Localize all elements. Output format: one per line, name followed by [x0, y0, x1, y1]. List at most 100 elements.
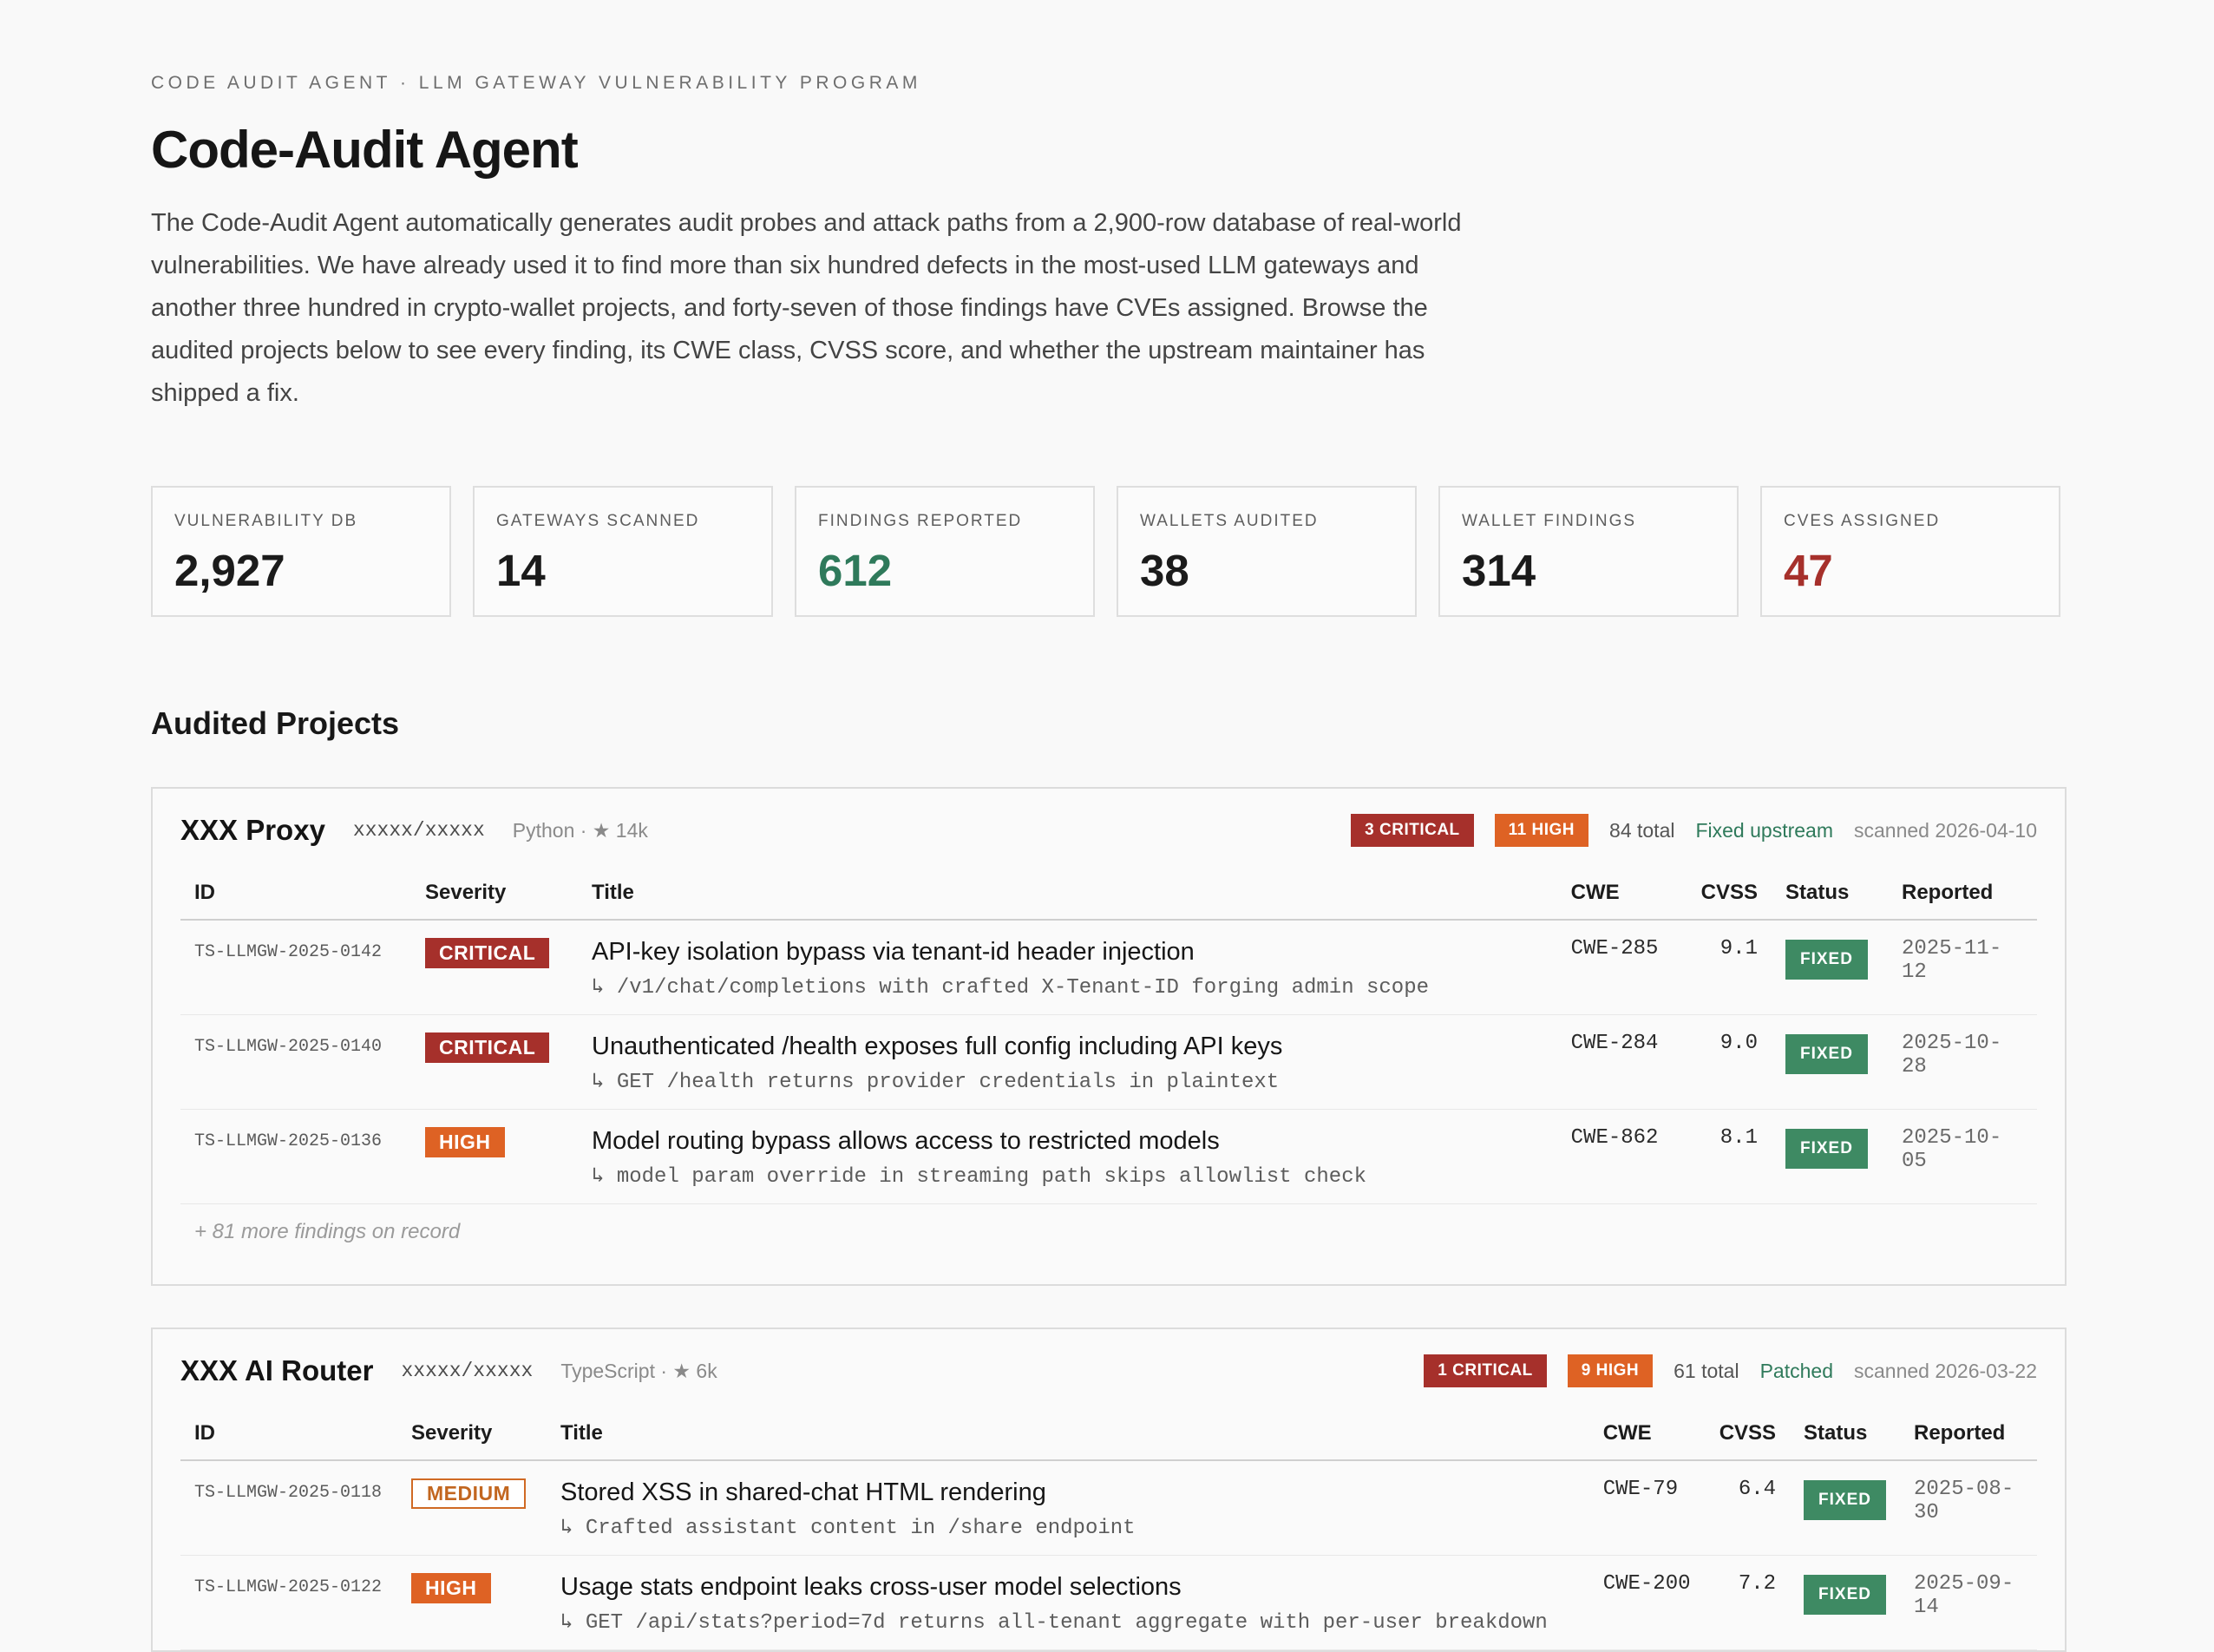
- title-cell: Model routing bypass allows access to re…: [578, 1109, 1557, 1204]
- project-repo[interactable]: xxxxx/xxxxx: [401, 1360, 533, 1382]
- high-count-badge: 9 HIGH: [1567, 1354, 1654, 1387]
- project-card: XXX Proxy xxxxx/xxxxx Python · ★ 14k 3 C…: [151, 787, 2067, 1286]
- cvss-score: 7.2: [1705, 1555, 1791, 1650]
- stat-value: 14: [496, 546, 546, 595]
- status-badge: FIXED: [1804, 1480, 1886, 1520]
- title-cell: Stored XSS in shared-chat HTML rendering…: [547, 1460, 1589, 1556]
- status-badge: FIXED: [1785, 1034, 1868, 1074]
- status-cell: FIXED: [1772, 920, 1888, 1015]
- column-header-severity: Severity: [411, 881, 578, 921]
- reported-date: 2025-10-28: [1888, 1014, 2037, 1110]
- status-badge: FIXED: [1804, 1575, 1886, 1615]
- project-summary: 3 CRITICAL 11 HIGH 84 total Fixed upstre…: [1351, 814, 2037, 847]
- column-header-cwe: CWE: [1556, 881, 1687, 921]
- stat-value: 2,927: [174, 546, 285, 595]
- table-row[interactable]: TS-LLMGW-2025-0142 CRITICAL API-key isol…: [180, 920, 2037, 1015]
- findings-table: ID Severity Title CWE CVSS Status Report…: [180, 881, 2037, 1204]
- finding-title[interactable]: Model routing bypass allows access to re…: [592, 1127, 1543, 1156]
- page: CODE AUDIT AGENT · LLM GATEWAY VULNERABI…: [0, 0, 2067, 1652]
- cvss-score: 9.0: [1687, 1014, 1772, 1110]
- project-language-stars: Python · ★ 14k: [512, 818, 648, 842]
- scanned-date: scanned 2026-04-10: [1854, 818, 2037, 842]
- reported-date: 2025-11-12: [1888, 920, 2037, 1015]
- more-findings-note: + 81 more findings on record: [194, 1220, 461, 1243]
- column-header-status: Status: [1772, 881, 1888, 921]
- cwe-id: CWE-200: [1588, 1555, 1706, 1650]
- stat-value: 314: [1462, 546, 1536, 595]
- project-header: XXX Proxy xxxxx/xxxxx Python · ★ 14k 3 C…: [180, 810, 2037, 851]
- high-count-badge: 11 HIGH: [1494, 814, 1589, 847]
- status-cell: FIXED: [1772, 1109, 1888, 1204]
- table-header-row: ID Severity Title CWE CVSS Status Report…: [180, 881, 2037, 921]
- column-header-title: Title: [578, 881, 1557, 921]
- column-header-cvss: CVSS: [1705, 1421, 1791, 1461]
- fix-state: Patched: [1759, 1359, 1833, 1382]
- intro-paragraph: The Code-Audit Agent automatically gener…: [151, 209, 1462, 407]
- scanned-date: scanned 2026-03-22: [1854, 1359, 2037, 1382]
- column-header-cwe: CWE: [1588, 1421, 1706, 1461]
- finding-title[interactable]: Usage stats endpoint leaks cross-user mo…: [560, 1573, 1575, 1602]
- finding-detail: ↳ GET /health returns provider credentia…: [592, 1071, 1280, 1094]
- finding-id: TS-LLMGW-2025-0136: [180, 1109, 411, 1204]
- stat-label: WALLETS AUDITED: [1140, 512, 1319, 530]
- stat-card-wallets-audited: WALLETS AUDITED 38: [1117, 486, 1417, 617]
- column-header-id: ID: [180, 881, 411, 921]
- total-findings: 61 total: [1674, 1359, 1739, 1382]
- stat-label: WALLET FINDINGS: [1462, 512, 1637, 530]
- project-repo[interactable]: xxxxx/xxxxx: [353, 819, 485, 842]
- stat-card-findings-reported: FINDINGS REPORTED 612: [795, 486, 1095, 617]
- critical-count-badge: 1 CRITICAL: [1424, 1354, 1547, 1387]
- project-header: XXX AI Router xxxxx/xxxxx TypeScript · ★…: [180, 1350, 2037, 1392]
- column-header-title: Title: [547, 1421, 1589, 1461]
- finding-title[interactable]: API-key isolation bypass via tenant-id h…: [592, 938, 1543, 967]
- finding-detail: ↳ GET /api/stats?period=7d returns all-t…: [560, 1611, 1548, 1635]
- project-language-stars: TypeScript · ★ 6k: [560, 1359, 717, 1382]
- finding-id: TS-LLMGW-2025-0142: [180, 920, 411, 1015]
- table-row[interactable]: TS-LLMGW-2025-0136 HIGH Model routing by…: [180, 1109, 2037, 1204]
- stats-row: VULNERABILITY DB 2,927 GATEWAYS SCANNED …: [151, 486, 2067, 617]
- project-card: XXX AI Router xxxxx/xxxxx TypeScript · ★…: [151, 1328, 2067, 1652]
- finding-detail: ↳ Crafted assistant content in /share en…: [560, 1517, 1136, 1540]
- page-title: Code-Audit Agent: [151, 121, 579, 179]
- severity-cell: CRITICAL: [411, 920, 578, 1015]
- column-header-reported: Reported: [1888, 881, 2037, 921]
- finding-id: TS-LLMGW-2025-0140: [180, 1014, 411, 1110]
- finding-title[interactable]: Unauthenticated /health exposes full con…: [592, 1032, 1543, 1061]
- severity-badge: MEDIUM: [411, 1478, 527, 1509]
- severity-cell: HIGH: [411, 1109, 578, 1204]
- reported-date: 2025-08-30: [1900, 1460, 2037, 1556]
- stat-card-gateways-scanned: GATEWAYS SCANNED 14: [473, 486, 773, 617]
- title-cell: Unauthenticated /health exposes full con…: [578, 1014, 1557, 1110]
- finding-detail: ↳ /v1/chat/completions with crafted X-Te…: [592, 976, 1430, 1000]
- stat-label: VULNERABILITY DB: [174, 512, 358, 530]
- table-row[interactable]: TS-LLMGW-2025-0118 MEDIUM Stored XSS in …: [180, 1460, 2037, 1556]
- finding-id: TS-LLMGW-2025-0118: [180, 1460, 397, 1556]
- project-name[interactable]: XXX Proxy: [180, 814, 325, 847]
- stat-label: GATEWAYS SCANNED: [496, 512, 700, 530]
- cwe-id: CWE-79: [1588, 1460, 1706, 1556]
- column-header-severity: Severity: [397, 1421, 547, 1461]
- severity-cell: MEDIUM: [397, 1460, 547, 1556]
- cvss-score: 8.1: [1687, 1109, 1772, 1204]
- project-name[interactable]: XXX AI Router: [180, 1354, 373, 1387]
- column-header-reported: Reported: [1900, 1421, 2037, 1461]
- stat-value: 47: [1784, 546, 1833, 595]
- cwe-id: CWE-284: [1556, 1014, 1687, 1110]
- status-cell: FIXED: [1790, 1555, 1900, 1650]
- severity-badge: HIGH: [411, 1573, 491, 1603]
- table-row[interactable]: TS-LLMGW-2025-0122 HIGH Usage stats endp…: [180, 1555, 2037, 1650]
- table-row[interactable]: TS-LLMGW-2025-0140 CRITICAL Unauthentica…: [180, 1014, 2037, 1110]
- severity-cell: HIGH: [397, 1555, 547, 1650]
- cvss-score: 9.1: [1687, 920, 1772, 1015]
- severity-badge: CRITICAL: [425, 1032, 550, 1063]
- finding-title[interactable]: Stored XSS in shared-chat HTML rendering: [560, 1478, 1575, 1507]
- stat-value: 612: [818, 546, 893, 595]
- cvss-score: 6.4: [1705, 1460, 1791, 1556]
- stat-card-vulnerability-db: VULNERABILITY DB 2,927: [151, 486, 451, 617]
- status-badge: FIXED: [1785, 940, 1868, 980]
- severity-badge: HIGH: [425, 1127, 505, 1157]
- column-header-cvss: CVSS: [1687, 881, 1772, 921]
- eyebrow: CODE AUDIT AGENT · LLM GATEWAY VULNERABI…: [151, 73, 921, 93]
- status-badge: FIXED: [1785, 1129, 1868, 1169]
- section-title: Audited Projects: [151, 705, 400, 741]
